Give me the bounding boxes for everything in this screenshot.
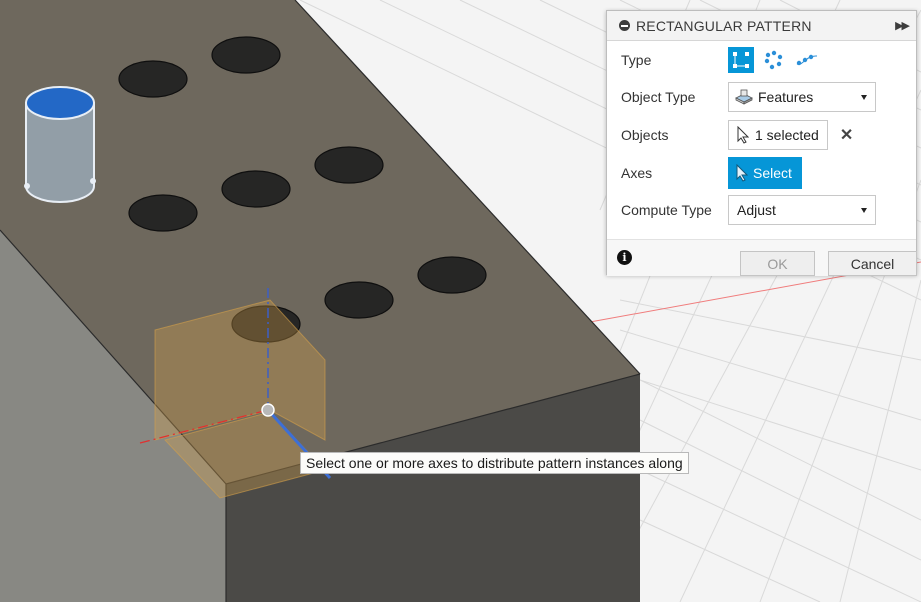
compute-type-row: Compute Type Adjust (621, 195, 876, 225)
collapse-icon[interactable] (619, 20, 630, 31)
compute-type-value: Adjust (737, 202, 776, 218)
panel-title: RECTANGULAR PATTERN (636, 17, 812, 34)
selected-cylinder[interactable] (24, 86, 96, 203)
type-row: Type (621, 47, 827, 73)
objects-label: Objects (621, 127, 669, 143)
circular-pattern-icon[interactable] (761, 47, 787, 73)
compute-type-label: Compute Type (621, 202, 712, 218)
rectangular-pattern-icon[interactable] (728, 47, 754, 73)
cursor-arrow-icon (736, 164, 748, 182)
panel-footer: i OK Cancel (607, 239, 917, 276)
object-type-label: Object Type (621, 89, 696, 105)
axes-row: Axes Select (621, 157, 802, 189)
axes-label: Axes (621, 165, 653, 181)
rectangular-pattern-panel: RECTANGULAR PATTERN ▶▶ Type Object Type … (606, 10, 917, 276)
clear-selection-icon[interactable]: ✕ (840, 125, 853, 145)
type-label: Type (621, 52, 652, 68)
panel-header: RECTANGULAR PATTERN ▶▶ (607, 11, 916, 41)
chevron-down-icon (861, 95, 867, 100)
chevron-down-icon (861, 208, 867, 213)
object-type-value: Features (758, 89, 814, 105)
features-icon (735, 89, 753, 105)
object-type-row: Object Type Features (621, 82, 876, 112)
expand-panel-icon[interactable]: ▶▶ (895, 19, 910, 32)
origin-point[interactable] (261, 403, 275, 417)
ok-button[interactable]: OK (740, 251, 815, 276)
cancel-button[interactable]: Cancel (828, 251, 917, 276)
objects-value: 1 selected (755, 127, 819, 143)
objects-row: Objects 1 selected ✕ (621, 120, 853, 150)
axes-select-button[interactable]: Select (728, 157, 802, 189)
object-type-dropdown[interactable]: Features (728, 82, 876, 112)
info-icon[interactable]: i (617, 250, 632, 265)
compute-type-dropdown[interactable]: Adjust (728, 195, 876, 225)
objects-selection[interactable]: 1 selected (728, 120, 828, 150)
axes-select-label: Select (753, 165, 792, 181)
path-pattern-icon[interactable] (794, 47, 820, 73)
axes-tooltip: Select one or more axes to distribute pa… (300, 452, 689, 474)
cursor-arrow-icon (737, 126, 749, 144)
